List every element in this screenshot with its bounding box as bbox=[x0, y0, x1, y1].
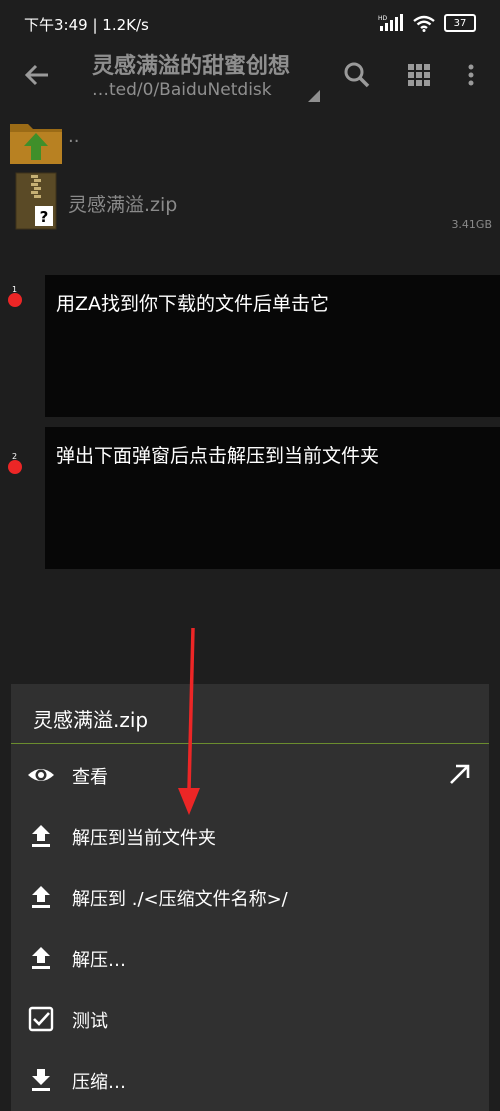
download-icon bbox=[32, 1069, 50, 1091]
status-bar: 下午3:49 | 1.2K/s HD 37 bbox=[0, 0, 500, 44]
annotation-number-1: 1 bbox=[12, 285, 18, 294]
back-arrow-icon[interactable] bbox=[20, 58, 54, 92]
folder-up-icon bbox=[10, 124, 62, 164]
annotation-number-2: 2 bbox=[12, 452, 18, 461]
annotation-text-2: 弹出下面弹窗后点击解压到当前文件夹 bbox=[56, 445, 380, 467]
parent-folder-row[interactable]: .. bbox=[0, 110, 500, 170]
status-time-speed: 下午3:49 | 1.2K/s bbox=[24, 16, 149, 34]
folder-title: 灵感满溢的甜蜜创想 bbox=[92, 54, 291, 79]
sheet-divider bbox=[11, 743, 489, 744]
menu-label-compress: 压缩… bbox=[72, 1072, 126, 1093]
menu-label-extract-to-folder: 解压到 ./<压缩文件名称>/ bbox=[72, 889, 288, 910]
menu-label-extract-here: 解压到当前文件夹 bbox=[72, 828, 216, 849]
annotation-marker-2: 2 bbox=[8, 452, 22, 474]
file-actions-sheet: 灵感满溢.zip 查看 解压到当前文件夹 解压到 ./<压缩文件名称>/ 解压…… bbox=[11, 684, 489, 1111]
status-icons: HD 37 bbox=[378, 10, 476, 36]
more-options-icon[interactable] bbox=[454, 58, 488, 92]
grid-view-icon[interactable] bbox=[402, 58, 436, 92]
menu-item-extract-to-folder[interactable]: 解压到 ./<压缩文件名称>/ bbox=[11, 867, 489, 927]
battery-icon: 37 bbox=[444, 14, 476, 32]
menu-item-compress[interactable]: 压缩… bbox=[11, 1050, 489, 1110]
menu-item-view[interactable]: 查看 bbox=[11, 745, 489, 805]
file-name: 灵感满溢.zip bbox=[68, 194, 178, 216]
annotation-note-1: 用ZA找到你下载的文件后单击它 bbox=[45, 275, 500, 417]
upload-icon bbox=[32, 947, 50, 969]
hd-label: HD bbox=[378, 15, 388, 22]
path-dropdown-icon[interactable] bbox=[308, 90, 320, 102]
annotation-note-2: 弹出下面弹窗后点击解压到当前文件夹 bbox=[45, 427, 500, 569]
upload-icon bbox=[32, 825, 50, 847]
file-size: 3.41GB bbox=[451, 218, 492, 231]
annotation-marker-1: 1 bbox=[8, 285, 22, 307]
menu-label-test: 测试 bbox=[72, 1011, 108, 1032]
sheet-title: 灵感满溢.zip bbox=[33, 708, 149, 732]
open-external-icon[interactable] bbox=[447, 761, 473, 787]
wifi-icon bbox=[413, 15, 435, 32]
upload-icon bbox=[32, 886, 50, 908]
menu-label-view: 查看 bbox=[72, 767, 108, 788]
search-icon[interactable] bbox=[340, 58, 374, 92]
eye-icon bbox=[28, 769, 54, 781]
svg-text:?: ? bbox=[40, 208, 49, 226]
zip-file-icon: ? bbox=[15, 172, 57, 230]
menu-label-extract: 解压… bbox=[72, 950, 126, 971]
parent-folder-label: .. bbox=[68, 126, 80, 147]
app-toolbar: 灵感满溢的甜蜜创想 …ted/0/BaiduNetdisk bbox=[0, 44, 500, 106]
menu-item-extract[interactable]: 解压… bbox=[11, 928, 489, 988]
menu-item-extract-here[interactable]: 解压到当前文件夹 bbox=[11, 806, 489, 866]
annotation-text-1: 用ZA找到你下载的文件后单击它 bbox=[56, 293, 330, 315]
folder-path[interactable]: …ted/0/BaiduNetdisk bbox=[92, 80, 272, 100]
checkbox-icon bbox=[28, 1006, 54, 1032]
menu-item-test[interactable]: 测试 bbox=[11, 989, 489, 1049]
signal-icon: HD bbox=[378, 14, 403, 31]
file-row-zip[interactable]: ? 灵感满溢.zip 3.41GB bbox=[0, 170, 500, 240]
